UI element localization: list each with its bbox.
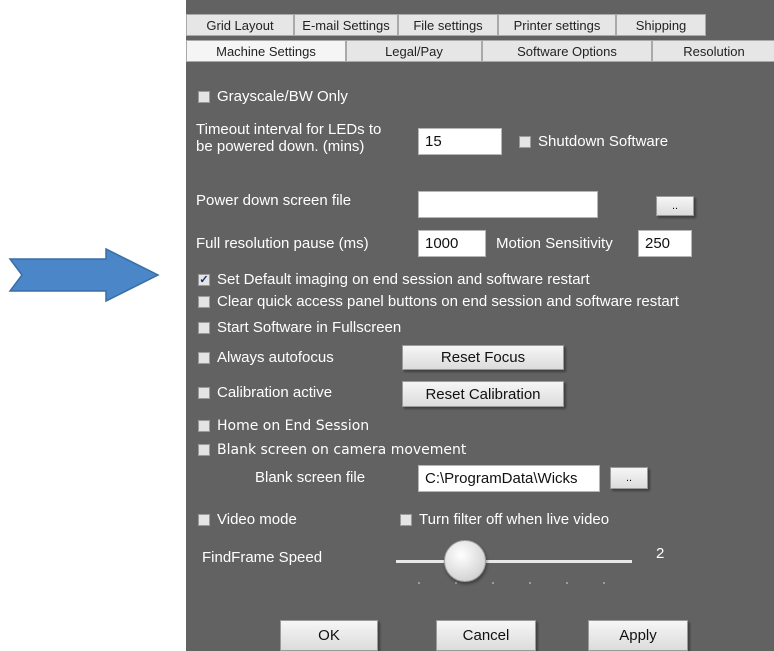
blank-screen-file-input[interactable]: C:\ProgramData\Wicks — [418, 465, 600, 492]
calibration-label: Calibration active — [217, 384, 333, 401]
tab-shipping[interactable]: Shipping — [616, 14, 706, 36]
grayscale-label: Grayscale/BW Only — [217, 88, 348, 105]
reset-focus-button[interactable]: Reset Focus — [402, 345, 564, 370]
apply-button[interactable]: Apply — [588, 620, 688, 651]
reset-calibration-button[interactable]: Reset Calibration — [402, 381, 564, 407]
calibration-checkbox[interactable] — [198, 387, 210, 399]
turn-filter-label: Turn filter off when live video — [419, 511, 610, 528]
findframe-speed-label: FindFrame Speed — [202, 549, 323, 566]
settings-dialog: Grid Layout E-mail Settings File setting… — [186, 0, 774, 651]
timeout-label-line1: Timeout interval for LEDs to — [196, 121, 382, 138]
slider-tick — [492, 582, 494, 584]
tab-file-settings[interactable]: File settings — [398, 14, 498, 36]
grayscale-checkbox[interactable] — [198, 91, 210, 103]
shutdown-checkbox[interactable] — [519, 136, 531, 148]
clear-quick-access-checkbox[interactable] — [198, 296, 210, 308]
default-imaging-label: Set Default imaging on end session and s… — [217, 271, 590, 288]
tab-machine-settings[interactable]: Machine Settings — [186, 40, 346, 62]
power-down-file-input[interactable] — [418, 191, 598, 218]
ok-button[interactable]: OK — [280, 620, 378, 651]
slider-tick — [529, 582, 531, 584]
blank-screen-file-label: Blank screen file — [255, 469, 366, 486]
findframe-speed-slider[interactable] — [396, 540, 632, 590]
tab-software-options[interactable]: Software Options — [482, 40, 652, 62]
fullscreen-label: Start Software in Fullscreen — [217, 319, 402, 336]
slider-track — [396, 560, 632, 563]
slider-tick — [418, 582, 420, 584]
autofocus-label: Always autofocus — [217, 349, 334, 366]
blank-screen-browse-button[interactable]: .. — [610, 467, 648, 489]
power-down-label: Power down screen file — [196, 192, 352, 209]
tab-email-settings[interactable]: E-mail Settings — [294, 14, 398, 36]
shutdown-label: Shutdown Software — [538, 133, 669, 150]
default-imaging-checkbox[interactable]: ✓ — [198, 274, 210, 286]
autofocus-checkbox[interactable] — [198, 352, 210, 364]
home-on-end-label: Home on End Session — [217, 418, 370, 434]
pointer-arrow-icon — [8, 247, 160, 303]
video-mode-checkbox[interactable] — [198, 514, 210, 526]
slider-thumb[interactable] — [444, 540, 486, 582]
full-res-label: Full resolution pause (ms) — [196, 235, 369, 252]
tab-resolution[interactable]: Resolution — [652, 40, 774, 62]
fullscreen-checkbox[interactable] — [198, 322, 210, 334]
slider-tick — [566, 582, 568, 584]
power-down-browse-button[interactable]: .. — [656, 196, 694, 216]
tab-legal-pay[interactable]: Legal/Pay — [346, 40, 482, 62]
cancel-button[interactable]: Cancel — [436, 620, 536, 651]
slider-tick — [603, 582, 605, 584]
motion-sensitivity-input[interactable]: 250 — [638, 230, 692, 257]
video-mode-label: Video mode — [217, 511, 297, 528]
tab-printer-settings[interactable]: Printer settings — [498, 14, 616, 36]
full-res-input[interactable]: 1000 — [418, 230, 486, 257]
blank-screen-label: Blank screen on camera movement — [217, 442, 467, 458]
blank-screen-checkbox[interactable] — [198, 444, 210, 456]
tab-grid-layout[interactable]: Grid Layout — [186, 14, 294, 36]
findframe-speed-value: 2 — [656, 545, 665, 562]
motion-sensitivity-label: Motion Sensitivity — [496, 235, 613, 252]
home-on-end-checkbox[interactable] — [198, 420, 210, 432]
timeout-label-line2: be powered down. (mins) — [196, 138, 365, 155]
timeout-input[interactable]: 15 — [418, 128, 502, 155]
tab-row-top: Grid Layout E-mail Settings File setting… — [186, 14, 706, 36]
slider-tick — [455, 582, 457, 584]
turn-filter-checkbox[interactable] — [400, 514, 412, 526]
clear-quick-access-label: Clear quick access panel buttons on end … — [217, 293, 679, 310]
tab-row-bottom: Machine Settings Legal/Pay Software Opti… — [186, 40, 774, 62]
